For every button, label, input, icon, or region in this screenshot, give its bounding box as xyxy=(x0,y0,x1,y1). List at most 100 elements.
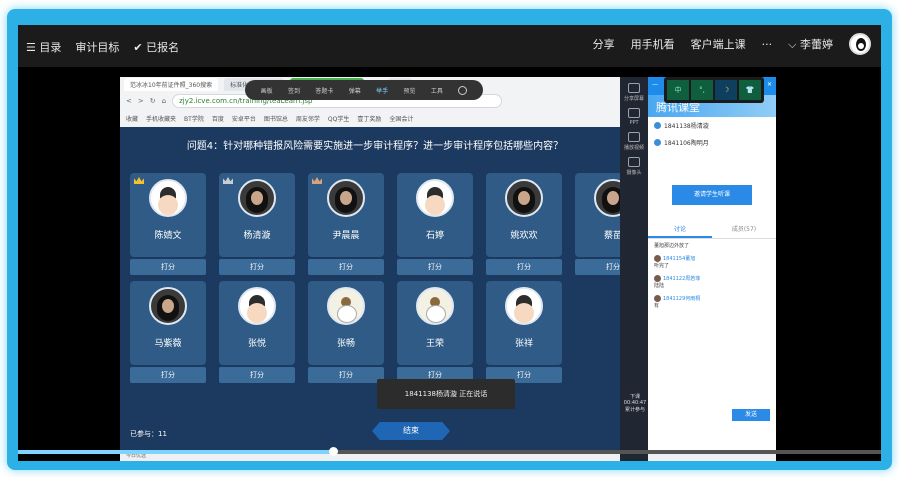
reload-icon[interactable]: ↻ xyxy=(150,97,156,105)
student-card: 张畅 xyxy=(308,281,384,365)
message-avatar xyxy=(654,255,661,262)
student-name: 姚欢欢 xyxy=(510,231,538,241)
float-menu-item[interactable]: 签到 xyxy=(288,86,300,95)
student-avatar xyxy=(416,287,454,325)
bookmark-item[interactable]: 手机收藏夹 xyxy=(146,114,176,123)
chat-message: 董旭那边外放了 xyxy=(648,239,776,252)
bookmark-item[interactable]: 全国会计 xyxy=(389,114,413,123)
user-icon xyxy=(654,122,661,129)
student-card: 尹晨晨 xyxy=(308,173,384,257)
attendee-item[interactable]: 1841138杨清漩 xyxy=(648,117,776,134)
teacher-float-menu: 画板 签到 答题卡 弹幕 举手 预览 工具 xyxy=(245,80,483,100)
phone-view-button[interactable]: 用手机看 xyxy=(631,36,675,52)
more-button[interactable]: ··· xyxy=(762,38,773,51)
float-menu-item[interactable]: 答题卡 xyxy=(315,86,333,95)
float-menu-item[interactable]: 画板 xyxy=(261,86,273,95)
student-name: 马紫薇 xyxy=(154,339,182,349)
pin-icon[interactable]: — xyxy=(652,81,658,91)
chevron-down-icon: ⌵ xyxy=(788,38,797,51)
power-icon[interactable] xyxy=(458,85,468,95)
score-button[interactable]: 打分 xyxy=(130,259,206,275)
student-name: 张畅 xyxy=(336,339,355,349)
tool-label: 分享屏幕 xyxy=(623,96,644,102)
bookmark-item[interactable]: 百度 xyxy=(212,114,224,123)
score-button[interactable]: 打分 xyxy=(486,259,562,275)
close-icon[interactable]: ✕ xyxy=(767,81,772,91)
ime-button[interactable]: 中 xyxy=(667,80,689,100)
message-user: 1841122周若菲 xyxy=(654,275,770,282)
toolbar-tool[interactable]: 分享屏幕 xyxy=(620,83,648,102)
student-card: 马紫薇 xyxy=(130,281,206,365)
student-name: 张祥 xyxy=(514,339,533,349)
progress-bar[interactable] xyxy=(18,447,881,456)
crown-icon xyxy=(134,177,144,184)
invite-button[interactable]: 邀请学生听课 xyxy=(672,185,752,205)
student-name: 尹晨晨 xyxy=(332,231,360,241)
score-button[interactable]: 打分 xyxy=(219,259,295,275)
chat-panel: — ✕ 腾讯课堂 1841138杨清漩 1841106陶明月 邀请学生听课 讨论 … xyxy=(648,77,776,451)
progress-knob[interactable] xyxy=(328,447,338,456)
student-avatar xyxy=(149,287,187,325)
float-menu-item[interactable]: 举手 xyxy=(376,86,388,95)
attendee-item[interactable]: 1841106陶明月 xyxy=(648,134,776,151)
student-avatar xyxy=(505,179,543,217)
tool-icon xyxy=(628,83,640,93)
float-menu-item[interactable]: 弹幕 xyxy=(349,86,361,95)
message-user-name: 1841122周若菲 xyxy=(663,276,701,282)
forward-icon[interactable]: > xyxy=(138,97,144,105)
message-user-name: 1841129何雨桐 xyxy=(663,296,701,302)
student-card: 张悦 xyxy=(219,281,295,365)
student-avatar xyxy=(416,179,454,217)
chat-message: 1841154董旭 听完了 xyxy=(648,252,776,272)
float-menu-item[interactable]: 工具 xyxy=(431,86,443,95)
score-button[interactable]: 打分 xyxy=(308,259,384,275)
client-button[interactable]: 客户端上课 xyxy=(691,36,746,52)
bookmark-item[interactable]: 图书馆总 xyxy=(264,114,288,123)
message-text: 听完了 xyxy=(654,263,670,269)
score-button[interactable]: 打分 xyxy=(219,367,295,383)
student-avatar xyxy=(238,287,276,325)
user-menu[interactable]: ⌵ 李蕾婷 xyxy=(788,36,833,52)
bookmark-item[interactable]: 周友邻学 xyxy=(296,114,320,123)
student-name: 石婷 xyxy=(425,231,444,241)
ime-button[interactable]: ☽ xyxy=(715,80,737,100)
goal-button[interactable]: 审计目标 xyxy=(75,39,119,55)
bookmark-item[interactable]: BT学院 xyxy=(184,114,204,123)
student-name: 张悦 xyxy=(247,339,266,349)
toolbar-tool[interactable]: 播放视频 xyxy=(620,132,648,151)
float-menu-item[interactable]: 预览 xyxy=(404,86,416,95)
classroom-video: 范冰冰10年前证件照_360搜索标准化需要的问题在线收集班级信息-管理工具 < … xyxy=(120,77,776,461)
student-avatar xyxy=(238,179,276,217)
score-button[interactable]: 打分 xyxy=(397,259,473,275)
ime-button[interactable]: 👕 xyxy=(739,80,761,100)
bookmark-item[interactable]: 壹丁奖励 xyxy=(357,114,381,123)
user-name: 李蕾婷 xyxy=(800,38,833,51)
student-avatar xyxy=(505,287,543,325)
bookmark-item[interactable]: 安卓平台 xyxy=(232,114,256,123)
browser-tab[interactable]: 范冰冰10年前证件照_360搜索 xyxy=(124,77,219,91)
ime-button[interactable]: °, xyxy=(691,80,713,100)
end-class-label[interactable]: 下课 xyxy=(623,393,647,400)
bookmark-item[interactable]: 收藏 xyxy=(126,114,138,123)
student-card: 王荣 xyxy=(397,281,473,365)
attendee-name: 1841138杨清漩 xyxy=(664,123,709,130)
tab-discussion[interactable]: 讨论 xyxy=(648,221,712,238)
avatar[interactable] xyxy=(849,33,871,55)
tab-members[interactable]: 成员(57) xyxy=(712,221,776,238)
score-button[interactable]: 打分 xyxy=(308,367,384,383)
bookmark-item[interactable]: QQ学生 xyxy=(328,114,349,123)
home-icon[interactable]: ⌂ xyxy=(162,97,166,105)
score-button[interactable]: 打分 xyxy=(130,367,206,383)
message-user: 1841129何雨桐 xyxy=(654,295,770,302)
send-button[interactable]: 发送 xyxy=(732,409,770,421)
signed-up-badge[interactable]: ✔ 已报名 xyxy=(133,39,179,55)
message-avatar xyxy=(654,275,661,282)
toolbar-tool[interactable]: 摄像头 xyxy=(620,157,648,176)
end-button[interactable]: 结束 xyxy=(372,422,450,440)
share-button[interactable]: 分享 xyxy=(593,36,615,52)
toolbar-tool[interactable]: PPT xyxy=(620,108,648,126)
progress-fill xyxy=(18,450,333,454)
catalog-button[interactable]: ☰ 目录 xyxy=(26,39,61,55)
user-icon xyxy=(654,139,661,146)
back-icon[interactable]: < xyxy=(126,97,132,105)
